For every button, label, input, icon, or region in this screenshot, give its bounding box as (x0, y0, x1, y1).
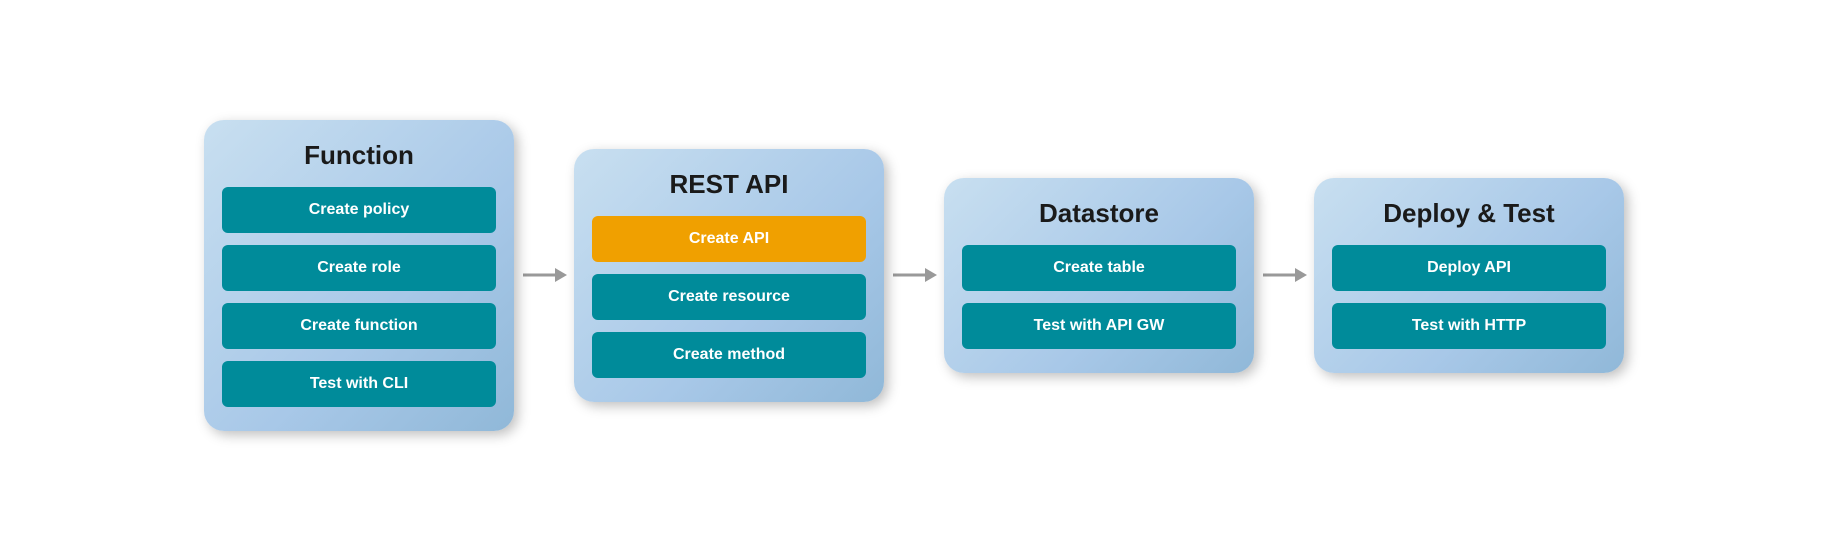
test-http-button[interactable]: Test with HTTP (1332, 303, 1606, 349)
create-api-button[interactable]: Create API (592, 216, 866, 262)
create-table-button[interactable]: Create table (962, 245, 1236, 291)
arrow-1 (514, 255, 574, 295)
panel-deploy-test: Deploy & Test Deploy API Test with HTTP (1314, 178, 1624, 373)
create-policy-button[interactable]: Create policy (222, 187, 496, 233)
panel-deploy-test-title: Deploy & Test (1332, 198, 1606, 229)
create-resource-button[interactable]: Create resource (592, 274, 866, 320)
panel-rest-api: REST API Create API Create resource Crea… (574, 149, 884, 402)
arrow-2 (884, 255, 944, 295)
create-role-button[interactable]: Create role (222, 245, 496, 291)
create-function-button[interactable]: Create function (222, 303, 496, 349)
create-method-button[interactable]: Create method (592, 332, 866, 378)
deploy-api-button[interactable]: Deploy API (1332, 245, 1606, 291)
arrow-3 (1254, 255, 1314, 295)
panel-datastore: Datastore Create table Test with API GW (944, 178, 1254, 373)
panel-rest-api-title: REST API (592, 169, 866, 200)
diagram: Function Create policy Create role Creat… (164, 100, 1664, 451)
panel-datastore-title: Datastore (962, 198, 1236, 229)
test-cli-button[interactable]: Test with CLI (222, 361, 496, 407)
test-api-gw-button[interactable]: Test with API GW (962, 303, 1236, 349)
panel-function-title: Function (222, 140, 496, 171)
panel-function: Function Create policy Create role Creat… (204, 120, 514, 431)
